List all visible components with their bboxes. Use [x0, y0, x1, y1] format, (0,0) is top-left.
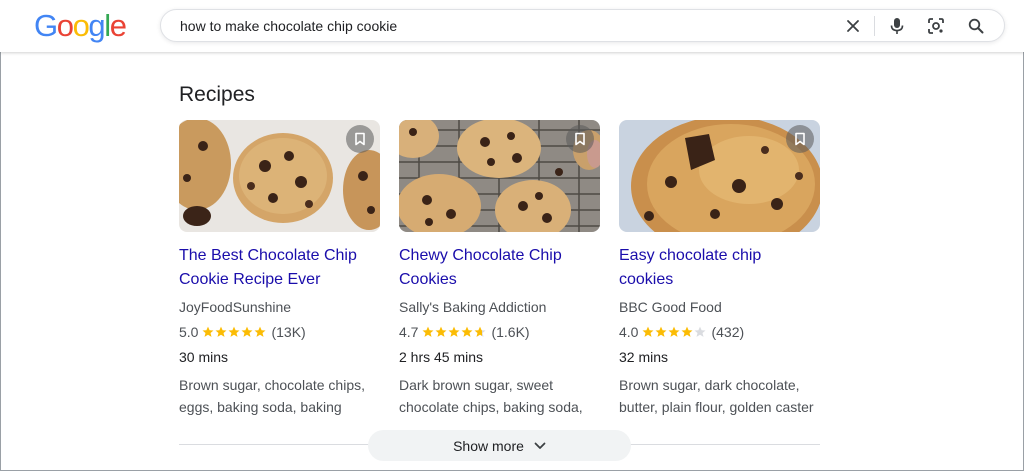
search-input[interactable]: [180, 16, 820, 36]
star-icon: [681, 326, 693, 337]
logo-letter: o: [56, 8, 74, 43]
star-icon: [461, 326, 473, 337]
recipe-rating: 4.7 (1.6K): [399, 323, 600, 341]
close-icon[interactable]: [842, 15, 864, 37]
star-rating: [202, 326, 267, 338]
rating-value: 5.0: [179, 324, 199, 340]
recipe-ingredients: Brown sugar, dark chocolate, butter, pla…: [619, 377, 814, 415]
lens-camera-icon[interactable]: [925, 15, 947, 37]
star-rating: [642, 326, 707, 338]
star-icon: [655, 326, 667, 337]
recipe-thumbnail[interactable]: [399, 120, 600, 232]
recipe-time: 2 hrs 45 mins: [399, 349, 484, 365]
recipe-title-link[interactable]: The Best Chocolate Chip Cookie Recipe Ev…: [179, 244, 369, 292]
show-more-label: Show more: [453, 437, 524, 454]
recipe-title-line: Easy chocolate chip: [619, 247, 762, 264]
recipe-card[interactable]: Chewy Chocolate Chip Cookies Sally's Bak…: [399, 120, 600, 418]
recipe-title-line: cookies: [619, 271, 674, 288]
recipe-source: JoyFoodSunshine: [179, 299, 292, 315]
recipe-rating: 4.0 (432): [619, 323, 820, 341]
star-icon: [474, 326, 486, 337]
star-icon: [448, 326, 460, 337]
star-icon: [668, 326, 680, 337]
recipe-title-line: Chewy Chocolate Chip: [399, 247, 562, 264]
recipe-thumbnail[interactable]: [179, 120, 380, 232]
recipe-title-link[interactable]: Easy chocolate chip cookies: [619, 244, 809, 292]
logo-letter: G: [34, 8, 58, 43]
star-icon: [241, 326, 253, 337]
star-icon: [228, 326, 240, 337]
star-icon: [202, 326, 214, 337]
review-count: (1.6K): [491, 324, 530, 340]
recipe-source: BBC Good Food: [619, 299, 722, 315]
recipe-card[interactable]: Easy chocolate chip cookies BBC Good Foo…: [619, 120, 820, 418]
bookmark-icon[interactable]: [566, 125, 594, 153]
star-rating: [422, 326, 487, 338]
recipe-ingredients: Brown sugar, chocolate chips, eggs, baki…: [179, 377, 365, 415]
recipe-rating: 5.0 (13K): [179, 323, 380, 341]
show-more-button[interactable]: Show more: [368, 430, 631, 461]
star-icon: [215, 326, 227, 337]
logo-letter: o: [72, 8, 90, 43]
review-count: (13K): [271, 324, 306, 340]
recipe-time: 30 mins: [179, 349, 229, 365]
star-icon: [435, 326, 447, 337]
chevron-down-icon: [534, 442, 546, 449]
section-title: Recipes: [179, 83, 255, 106]
recipe-ingredients: Dark brown sugar, sweet chocolate chips,…: [399, 377, 583, 415]
recipe-time: 32 mins: [619, 349, 669, 365]
recipe-thumbnail[interactable]: [619, 120, 820, 232]
star-icon: [422, 326, 434, 337]
recipe-title-line: Cookies: [399, 271, 457, 288]
logo-letter: e: [109, 8, 127, 43]
search-header: Google: [0, 0, 1024, 52]
rating-value: 4.0: [619, 324, 639, 340]
microphone-icon[interactable]: [886, 15, 908, 37]
review-count: (432): [711, 324, 745, 340]
search-icon[interactable]: [965, 15, 987, 37]
star-icon: [642, 326, 654, 337]
recipe-title-line: Cookie Recipe Ever: [179, 271, 321, 288]
recipe-title-line: The Best Chocolate Chip: [179, 247, 357, 264]
search-divider: [874, 16, 875, 36]
search-box: [160, 9, 1005, 42]
google-logo[interactable]: Google: [34, 8, 127, 44]
recipe-card[interactable]: The Best Chocolate Chip Cookie Recipe Ev…: [179, 120, 380, 418]
rating-value: 4.7: [399, 324, 419, 340]
bookmark-icon[interactable]: [786, 125, 814, 153]
recipe-source: Sally's Baking Addiction: [399, 299, 547, 315]
bookmark-icon[interactable]: [346, 125, 374, 153]
star-icon: [254, 326, 266, 337]
recipe-title-link[interactable]: Chewy Chocolate Chip Cookies: [399, 244, 589, 292]
logo-letter: g: [88, 8, 105, 43]
star-icon: [694, 326, 706, 337]
